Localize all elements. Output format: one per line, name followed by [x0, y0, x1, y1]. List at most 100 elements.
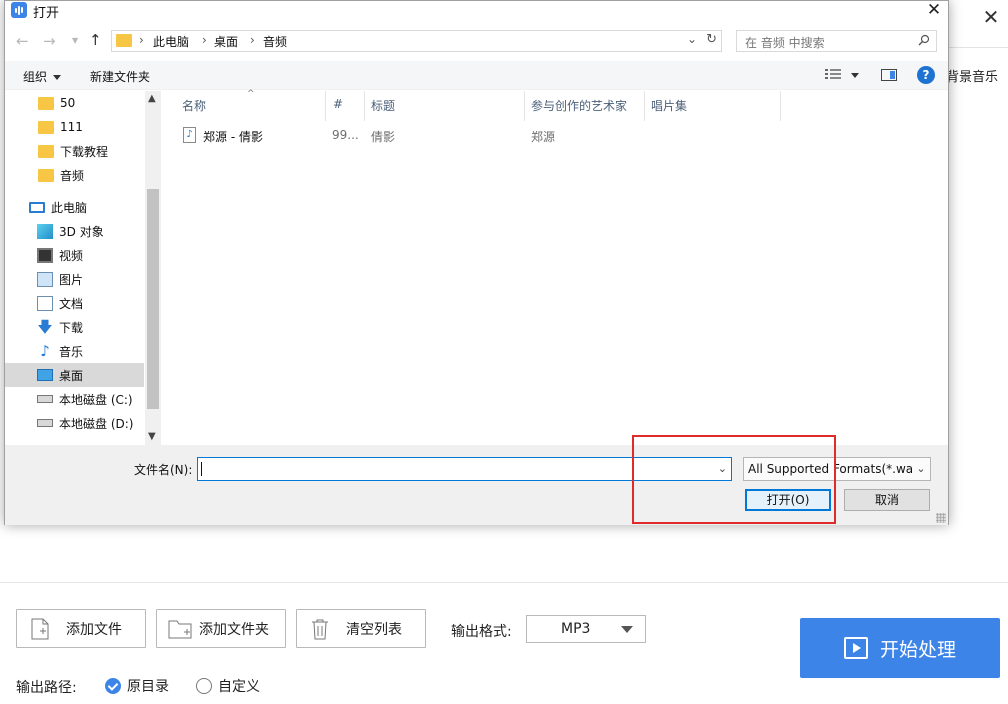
navigation-pane: 50 111 下载教程 音频 此电脑 3D 对象 视频 图片 文档 🡇 下载 ♪ 音…: [5, 91, 161, 445]
sidebar-item-drive-c[interactable]: 本地磁盘 (C:): [5, 387, 144, 411]
breadcrumb-separator[interactable]: ›: [139, 33, 144, 47]
file-title: 倩影: [371, 130, 396, 144]
help-icon[interactable]: ?: [917, 66, 935, 84]
play-icon: [843, 637, 868, 659]
refresh-icon[interactable]: ↻: [706, 32, 717, 47]
add-file-button[interactable]: 添加文件: [16, 609, 146, 648]
sidebar-item-label: 下载: [59, 320, 84, 335]
breadcrumb-separator[interactable]: ›: [250, 33, 255, 47]
sidebar-item-desktop[interactable]: 桌面: [5, 363, 144, 387]
column-divider[interactable]: [325, 91, 326, 121]
new-folder-button[interactable]: 新建文件夹: [90, 68, 150, 85]
desktop-icon: [37, 369, 53, 381]
view-options-chevron-icon[interactable]: [851, 73, 859, 78]
breadcrumb-audio[interactable]: 音频: [263, 33, 287, 50]
pictures-icon: [37, 271, 53, 287]
radio-checked-icon: [105, 678, 121, 694]
sidebar-item-label: 3D 对象: [59, 224, 104, 239]
sidebar-item-audio[interactable]: 音频: [5, 163, 144, 187]
sidebar-item-3d-objects[interactable]: 3D 对象: [5, 219, 144, 243]
scroll-down-icon[interactable]: ▼: [148, 431, 156, 442]
radio-unchecked-icon: [196, 678, 212, 694]
start-processing-button[interactable]: 开始处理: [800, 618, 1000, 678]
sidebar-item-music[interactable]: ♪ 音乐: [5, 339, 144, 363]
add-folder-icon: [167, 616, 193, 642]
dialog-titlebar[interactable]: 打开 ✕: [5, 0, 948, 23]
search-input[interactable]: 在 音频 中搜索: [736, 30, 937, 52]
video-icon: [37, 247, 53, 263]
up-arrow-icon[interactable]: ↑: [89, 31, 102, 49]
drive-icon: [37, 395, 53, 403]
breadcrumb-this-pc[interactable]: 此电脑: [153, 33, 189, 50]
cancel-button[interactable]: 取消: [844, 489, 930, 511]
sidebar-item-label: 视频: [59, 248, 84, 263]
sidebar-item-label: 图片: [59, 272, 84, 287]
sidebar-item-label: 下载教程: [60, 144, 109, 159]
column-divider[interactable]: [644, 91, 645, 121]
trash-icon: [307, 616, 333, 642]
sidebar-item-50[interactable]: 50: [5, 91, 144, 115]
column-header-number[interactable]: #: [333, 97, 343, 111]
audio-file-icon: ♪: [183, 127, 196, 143]
sidebar-item-this-pc[interactable]: 此电脑: [5, 195, 144, 219]
sidebar-item-111[interactable]: 111: [5, 115, 144, 139]
radio-custom-directory[interactable]: 自定义: [196, 676, 260, 696]
radio-original-directory[interactable]: 原目录: [105, 676, 169, 696]
organize-menu-button[interactable]: 组织: [23, 68, 61, 85]
file-name[interactable]: 郑源 - 倩影: [203, 128, 263, 145]
view-mode-icon[interactable]: [825, 68, 841, 81]
app-section-divider: [0, 582, 1008, 583]
start-processing-label: 开始处理: [879, 638, 956, 661]
output-path-label: 输出路径:: [16, 680, 77, 696]
dialog-title: 打开: [33, 6, 60, 21]
resize-grip-icon[interactable]: [936, 513, 946, 523]
column-header-artist[interactable]: 参与创作的艺术家: [531, 97, 627, 114]
column-header-name[interactable]: 名称: [182, 97, 206, 114]
sidebar-item-downloads[interactable]: 🡇 下载: [5, 315, 144, 339]
file-list: ^ 名称 # 标题 参与创作的艺术家 唱片集 ♪ 郑源 - 倩影 99... 倩…: [162, 89, 948, 445]
computer-icon: [29, 201, 45, 213]
sidebar-item-label: 本地磁盘 (D:): [59, 416, 134, 431]
filename-label: 文件名(N):: [134, 463, 193, 477]
annotation-highlight-box: [632, 435, 836, 524]
sidebar-item-label: 此电脑: [51, 200, 88, 215]
chevron-down-icon: ⌄: [912, 458, 930, 480]
address-bar[interactable]: › 此电脑 › 桌面 › 音频 ⌄ ↻: [111, 30, 722, 52]
dialog-toolbar: 组织 新建文件夹 ?: [5, 61, 948, 90]
music-icon: ♪: [40, 341, 50, 360]
scrollbar-thumb[interactable]: [147, 189, 159, 409]
sidebar-item-documents[interactable]: 文档: [5, 291, 144, 315]
radio-custom-label: 自定义: [218, 679, 260, 695]
recent-locations-chevron-icon[interactable]: ▼: [72, 36, 78, 45]
sidebar-item-pictures[interactable]: 图片: [5, 267, 144, 291]
scroll-up-icon[interactable]: ▲: [148, 93, 156, 104]
sidebar-item-drive-d[interactable]: 本地磁盘 (D:): [5, 411, 144, 435]
sidebar-scrollbar[interactable]: ▲ ▼: [145, 91, 161, 445]
chevron-down-icon: [621, 626, 633, 633]
breadcrumb-desktop[interactable]: 桌面: [214, 33, 238, 50]
column-divider[interactable]: [780, 91, 781, 121]
sidebar-item-label: 音频: [60, 168, 85, 183]
sidebar-item-label: 111: [60, 120, 83, 134]
sidebar-item-download-tutorials[interactable]: 下载教程: [5, 139, 144, 163]
column-divider[interactable]: [524, 91, 525, 121]
column-header-album[interactable]: 唱片集: [651, 97, 687, 114]
add-folder-button[interactable]: 添加文件夹: [156, 609, 286, 648]
output-format-value: MP3: [561, 621, 591, 637]
column-divider[interactable]: [364, 91, 365, 121]
app-close-icon[interactable]: ✕: [980, 6, 1002, 28]
column-header-title[interactable]: 标题: [371, 97, 395, 114]
sidebar-item-videos[interactable]: 视频: [5, 243, 144, 267]
breadcrumb-separator[interactable]: ›: [202, 33, 207, 47]
clear-list-button[interactable]: 清空列表: [296, 609, 426, 648]
back-arrow-icon[interactable]: ←: [16, 32, 29, 50]
sort-ascending-icon: ^: [247, 89, 255, 99]
preview-pane-icon[interactable]: [881, 69, 897, 81]
chevron-down-icon[interactable]: ⌄: [687, 32, 697, 46]
folder-icon: [116, 34, 132, 47]
output-format-select[interactable]: MP3: [526, 615, 646, 643]
documents-icon: [37, 295, 53, 311]
tab-background-music[interactable]: 背景音乐: [946, 66, 998, 85]
forward-arrow-icon[interactable]: →: [43, 32, 56, 50]
dialog-close-icon[interactable]: ✕: [921, 0, 947, 21]
